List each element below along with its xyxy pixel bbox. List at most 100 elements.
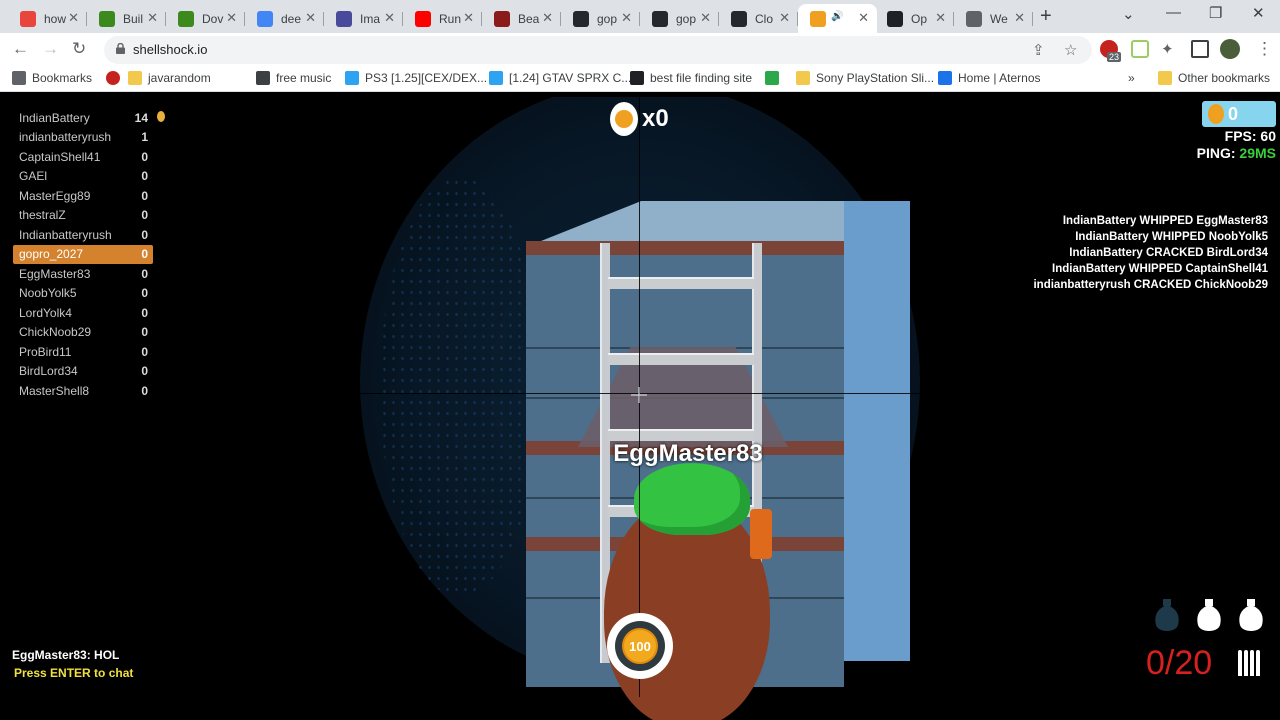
wall-stripe [526, 241, 844, 255]
bookmark-label: Other bookmarks [1178, 71, 1271, 85]
scoreboard-row: LordYolk4 0 [13, 303, 153, 323]
bookmark-item[interactable]: PS3 [1.25][CEX/DEX... [345, 71, 487, 85]
bookmark-item[interactable] [765, 71, 785, 85]
player-score: 0 [141, 266, 148, 281]
bookmark-label: PS3 [1.25][CEX/DEX... [365, 71, 488, 85]
bookmark-label: [1.24] GTAV SPRX C... [509, 71, 632, 85]
browser-tab[interactable]: gop ✕ [561, 4, 640, 33]
player-name: BirdLord34 [19, 364, 78, 379]
maximize-button[interactable]: ❐ [1209, 4, 1222, 22]
browser-tab[interactable]: 🔊 ✕ [798, 4, 877, 33]
browser-tab[interactable]: Ima ✕ [324, 4, 403, 33]
close-window-button[interactable]: ✕ [1252, 4, 1265, 22]
bookmark-item[interactable]: javarandom [128, 71, 211, 85]
close-tab-icon[interactable]: ✕ [226, 10, 237, 26]
browser-tab[interactable]: how ✕ [8, 4, 87, 33]
bookmark-item[interactable]: [1.24] GTAV SPRX C... [489, 71, 631, 85]
bookmark-label: free music [276, 71, 332, 85]
player-name: Indianbatteryrush [19, 227, 112, 242]
bookmark-item[interactable]: Other bookmarks [1158, 71, 1270, 85]
bookmark-item[interactable]: best file finding site [630, 71, 752, 85]
minimize-button[interactable]: — [1166, 4, 1181, 21]
kill-feed-entry: IndianBattery WHIPPED EggMaster83 [1062, 215, 1268, 227]
kill-feed-entry: IndianBattery CRACKED BirdLord34 [1069, 247, 1268, 259]
fps-counter: FPS: 60 [1224, 128, 1276, 144]
scoreboard-row: indianbatteryrush 1 [13, 128, 153, 148]
player-score: 0 [141, 227, 148, 242]
player-name: indianbatteryrush [19, 130, 112, 145]
kill-feed-entry: IndianBattery WHIPPED CaptainShell41 [1052, 263, 1268, 275]
avatar[interactable] [1220, 39, 1240, 59]
egg-currency: 0 [1202, 101, 1276, 127]
close-tab-icon[interactable]: ✕ [305, 10, 316, 26]
starfield [380, 177, 540, 597]
scoreboard-row: BirdLord34 0 [13, 362, 153, 382]
aternos-icon [938, 71, 952, 85]
bookmark-item[interactable]: free music [256, 71, 331, 85]
bookmark-star-icon[interactable]: ☆ [1064, 41, 1077, 59]
golden-egg-icon [1208, 104, 1224, 124]
chat-prompt[interactable]: Press ENTER to chat [14, 666, 133, 680]
scoreboard-row: ChickNoob29 0 [13, 323, 153, 343]
forward-button[interactable]: → [42, 39, 59, 59]
leader-egg-icon [157, 111, 165, 122]
back-button[interactable]: ← [12, 39, 29, 59]
browser-tab[interactable]: Clo ✕ [719, 4, 798, 33]
player-name: NoobYolk5 [19, 286, 77, 301]
player-name: MasterEgg89 [19, 188, 91, 203]
browser-tab[interactable]: gop ✕ [640, 4, 719, 33]
color-picker-extension-icon[interactable] [1131, 40, 1149, 58]
ammo-counter: 0/20 [1146, 644, 1213, 682]
scoreboard-row: Indianbatteryrush 0 [13, 225, 153, 245]
scoreboard-row: EggMaster83 0 [13, 264, 153, 284]
menu-icon[interactable]: ⋮ [1256, 39, 1273, 59]
close-tab-icon[interactable]: ✕ [68, 10, 79, 26]
bookmark-item[interactable]: Sony PlayStation Sli... [796, 71, 934, 85]
m-icon [494, 10, 510, 27]
target-player-name: EggMaster83 [613, 440, 763, 467]
scoreboard-row: thestralZ 0 [13, 206, 153, 226]
site-icon [765, 71, 779, 85]
share-icon[interactable]: ⇪ [1032, 41, 1045, 59]
folder-icon [128, 71, 142, 85]
player-score: 1 [141, 130, 148, 145]
player-score: 0 [141, 344, 148, 359]
more-bookmarks-chevron[interactable]: » [1128, 71, 1135, 85]
close-tab-icon[interactable]: ✕ [621, 10, 632, 26]
close-tab-icon[interactable]: ✕ [858, 10, 869, 26]
github-icon [652, 10, 668, 27]
audio-playing-icon[interactable]: 🔊 [831, 11, 843, 22]
close-tab-icon[interactable]: ✕ [935, 10, 946, 26]
browser-tab[interactable]: Buil ✕ [87, 4, 166, 33]
close-tab-icon[interactable]: ✕ [542, 10, 553, 26]
github-icon [573, 10, 589, 27]
close-tab-icon[interactable]: ✕ [463, 10, 474, 26]
google-icon [257, 10, 273, 27]
player-score: 0 [141, 383, 148, 398]
close-tab-icon[interactable]: ✕ [384, 10, 395, 26]
puzzle-extensions-icon[interactable]: ✦ [1161, 40, 1174, 58]
close-tab-icon[interactable]: ✕ [779, 10, 790, 26]
shellshock-icon [810, 10, 826, 27]
player-score: 0 [141, 169, 148, 184]
browser-tab[interactable]: Run ✕ [403, 4, 482, 33]
close-tab-icon[interactable]: ✕ [700, 10, 711, 26]
bookmark-item[interactable] [106, 71, 126, 85]
bookmark-item[interactable]: Home | Aternos [938, 71, 1041, 85]
browser-tab[interactable]: dee ✕ [245, 4, 324, 33]
browser-tab[interactable]: Bea ✕ [482, 4, 561, 33]
address-bar[interactable]: shellshock.io ⇪ ☆ [104, 36, 1092, 64]
bookmark-item[interactable]: Bookmarks [12, 71, 92, 85]
scoreboard-row: gopro_2027 0 [13, 244, 153, 264]
close-tab-icon[interactable]: ✕ [147, 10, 158, 26]
browser-tab[interactable]: Op ✕ [875, 4, 954, 33]
player-score: 0 [141, 208, 148, 223]
close-tab-icon[interactable]: ✕ [1014, 10, 1025, 26]
reload-button[interactable]: ↻ [72, 39, 86, 59]
game-viewport[interactable]: EggMaster83 IndianBattery 14 indianbattery… [0, 97, 1280, 720]
browser-tab[interactable]: We ✕ [954, 4, 1033, 33]
browser-tab[interactable]: Dov ✕ [166, 4, 245, 33]
side-panel-icon[interactable] [1191, 40, 1209, 58]
new-tab-button[interactable]: + [1040, 5, 1052, 28]
tab-search-icon[interactable]: ⌄ [1122, 5, 1135, 23]
